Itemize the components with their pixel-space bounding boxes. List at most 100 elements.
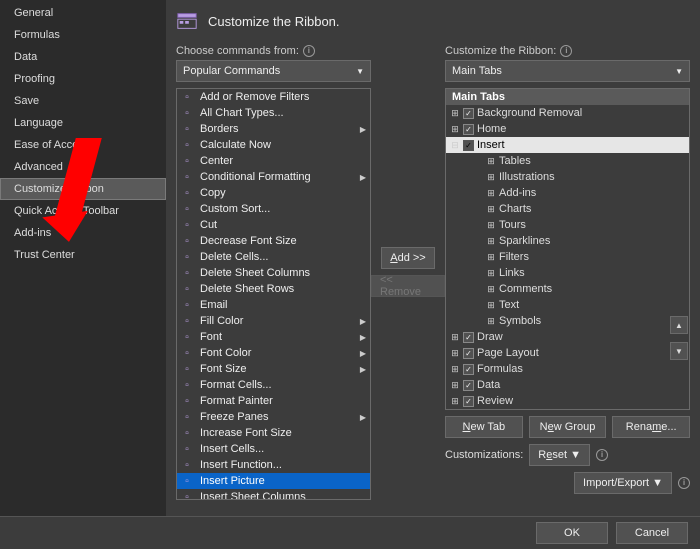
checkbox[interactable]: ✓ (463, 332, 474, 343)
command-icon: ▫ (180, 282, 194, 296)
tree-item[interactable]: Filters (499, 251, 529, 263)
tree-item[interactable]: Links (499, 267, 525, 279)
sidebar-item-formulas[interactable]: Formulas (0, 24, 166, 46)
commands-listbox[interactable]: ▫Add or Remove Filters▫All Chart Types..… (176, 88, 371, 500)
move-up-button[interactable]: ▲ (670, 316, 688, 334)
tree-item-data[interactable]: Data (477, 379, 500, 391)
checkbox[interactable]: ✓ (463, 124, 474, 135)
info-icon[interactable]: i (560, 45, 572, 57)
checkbox[interactable]: ✓ (463, 396, 474, 407)
tree-item-page-layout[interactable]: Page Layout (477, 347, 539, 359)
expand-icon[interactable]: ⊞ (450, 332, 460, 343)
expand-icon[interactable]: ⊞ (486, 316, 496, 327)
checkbox[interactable]: ✓ (463, 380, 474, 391)
command-item[interactable]: ▫Cut (177, 217, 370, 233)
sidebar: General Formulas Data Proofing Save Lang… (0, 0, 166, 516)
info-icon[interactable]: i (303, 45, 315, 57)
new-group-button[interactable]: New Group (529, 416, 607, 438)
cancel-button[interactable]: Cancel (616, 522, 688, 544)
tree-item[interactable]: Tours (499, 219, 526, 231)
command-item[interactable]: ▫Format Cells... (177, 377, 370, 393)
command-item[interactable]: ▫Insert Cells... (177, 441, 370, 457)
expand-icon[interactable]: ⊞ (450, 124, 460, 135)
sidebar-item-proofing[interactable]: Proofing (0, 68, 166, 90)
command-item[interactable]: ▫All Chart Types... (177, 105, 370, 121)
expand-icon[interactable]: ⊞ (486, 252, 496, 263)
ribbon-tree[interactable]: Main Tabs ⊞✓Background Removal ⊞✓Home ⊟✓… (445, 88, 690, 410)
tree-item-draw[interactable]: Draw (477, 331, 503, 343)
expand-icon[interactable]: ⊞ (450, 380, 460, 391)
reset-dropdown[interactable]: Reset ▼ (529, 444, 590, 466)
tree-item-formulas[interactable]: Formulas (477, 363, 523, 375)
command-item[interactable]: ▫Decrease Font Size (177, 233, 370, 249)
expand-icon[interactable]: ⊞ (450, 348, 460, 359)
command-item[interactable]: ▫Format Painter (177, 393, 370, 409)
choose-commands-dropdown[interactable]: Popular Commands▼ (176, 60, 371, 82)
command-item[interactable]: ▫Font Color▶ (177, 345, 370, 361)
tree-item[interactable]: Comments (499, 283, 552, 295)
command-item[interactable]: ▫Insert Sheet Columns (177, 489, 370, 499)
import-export-dropdown[interactable]: Import/Export ▼ (574, 472, 672, 494)
sidebar-item-save[interactable]: Save (0, 90, 166, 112)
sidebar-item-trust-center[interactable]: Trust Center (0, 244, 166, 266)
expand-icon[interactable]: ⊞ (486, 204, 496, 215)
checkbox[interactable]: ✓ (463, 364, 474, 375)
tree-item-home[interactable]: Home (477, 123, 506, 135)
command-item[interactable]: ▫Font Size▶ (177, 361, 370, 377)
expand-icon[interactable]: ⊞ (486, 156, 496, 167)
ok-button[interactable]: OK (536, 522, 608, 544)
rename-button[interactable]: Rename... (612, 416, 690, 438)
command-item[interactable]: ▫Delete Sheet Rows (177, 281, 370, 297)
command-item[interactable]: ▫Email (177, 297, 370, 313)
tree-item-insert[interactable]: Insert (477, 139, 505, 151)
tree-item[interactable]: Illustrations (499, 171, 555, 183)
expand-icon[interactable]: ⊞ (486, 236, 496, 247)
checkbox[interactable]: ✓ (463, 348, 474, 359)
tree-item-review[interactable]: Review (477, 395, 513, 407)
tree-item[interactable]: Tables (499, 155, 531, 167)
sidebar-item-data[interactable]: Data (0, 46, 166, 68)
new-tab-button[interactable]: New Tab (445, 416, 523, 438)
command-item[interactable]: ▫Calculate Now (177, 137, 370, 153)
command-item[interactable]: ▫Borders▶ (177, 121, 370, 137)
tree-item[interactable]: Sparklines (499, 235, 550, 247)
command-item[interactable]: ▫Insert Function... (177, 457, 370, 473)
customize-ribbon-dropdown[interactable]: Main Tabs▼ (445, 60, 690, 82)
expand-icon[interactable]: ⊞ (450, 364, 460, 375)
info-icon[interactable]: i (678, 477, 690, 489)
expand-icon[interactable]: ⊞ (486, 300, 496, 311)
tree-item[interactable]: Symbols (499, 315, 541, 327)
sidebar-item-general[interactable]: General (0, 2, 166, 24)
command-item[interactable]: ▫Freeze Panes▶ (177, 409, 370, 425)
checkbox[interactable]: ✓ (463, 108, 474, 119)
tree-item[interactable]: Add-ins (499, 187, 536, 199)
command-item[interactable]: ▫Fill Color▶ (177, 313, 370, 329)
tree-item[interactable]: Charts (499, 203, 531, 215)
collapse-icon[interactable]: ⊟ (450, 140, 460, 151)
expand-icon[interactable]: ⊞ (486, 172, 496, 183)
command-item[interactable]: ▫Delete Sheet Columns (177, 265, 370, 281)
command-item[interactable]: ▫Add or Remove Filters (177, 89, 370, 105)
command-item[interactable]: ▫Custom Sort... (177, 201, 370, 217)
checkbox[interactable]: ✓ (463, 140, 474, 151)
expand-icon[interactable]: ⊞ (486, 220, 496, 231)
add-button[interactable]: AAdd >>dd >> (381, 247, 434, 269)
expand-icon[interactable]: ⊞ (450, 396, 460, 407)
move-down-button[interactable]: ▼ (670, 342, 688, 360)
info-icon[interactable]: i (596, 449, 608, 461)
command-item[interactable]: ▫Conditional Formatting▶ (177, 169, 370, 185)
command-item[interactable]: ▫Increase Font Size (177, 425, 370, 441)
chevron-down-icon: ▼ (652, 477, 663, 489)
sidebar-item-language[interactable]: Language (0, 112, 166, 134)
expand-icon[interactable]: ⊞ (450, 108, 460, 119)
command-item[interactable]: ▫Center (177, 153, 370, 169)
command-item[interactable]: ▫Delete Cells... (177, 249, 370, 265)
command-item[interactable]: ▫Copy (177, 185, 370, 201)
tree-item[interactable]: Text (499, 299, 519, 311)
command-item[interactable]: ▫Font▶ (177, 329, 370, 345)
command-item[interactable]: ▫Insert Picture (177, 473, 370, 489)
expand-icon[interactable]: ⊞ (486, 268, 496, 279)
expand-icon[interactable]: ⊞ (486, 188, 496, 199)
tree-item-background-removal[interactable]: Background Removal (477, 107, 582, 119)
expand-icon[interactable]: ⊞ (486, 284, 496, 295)
